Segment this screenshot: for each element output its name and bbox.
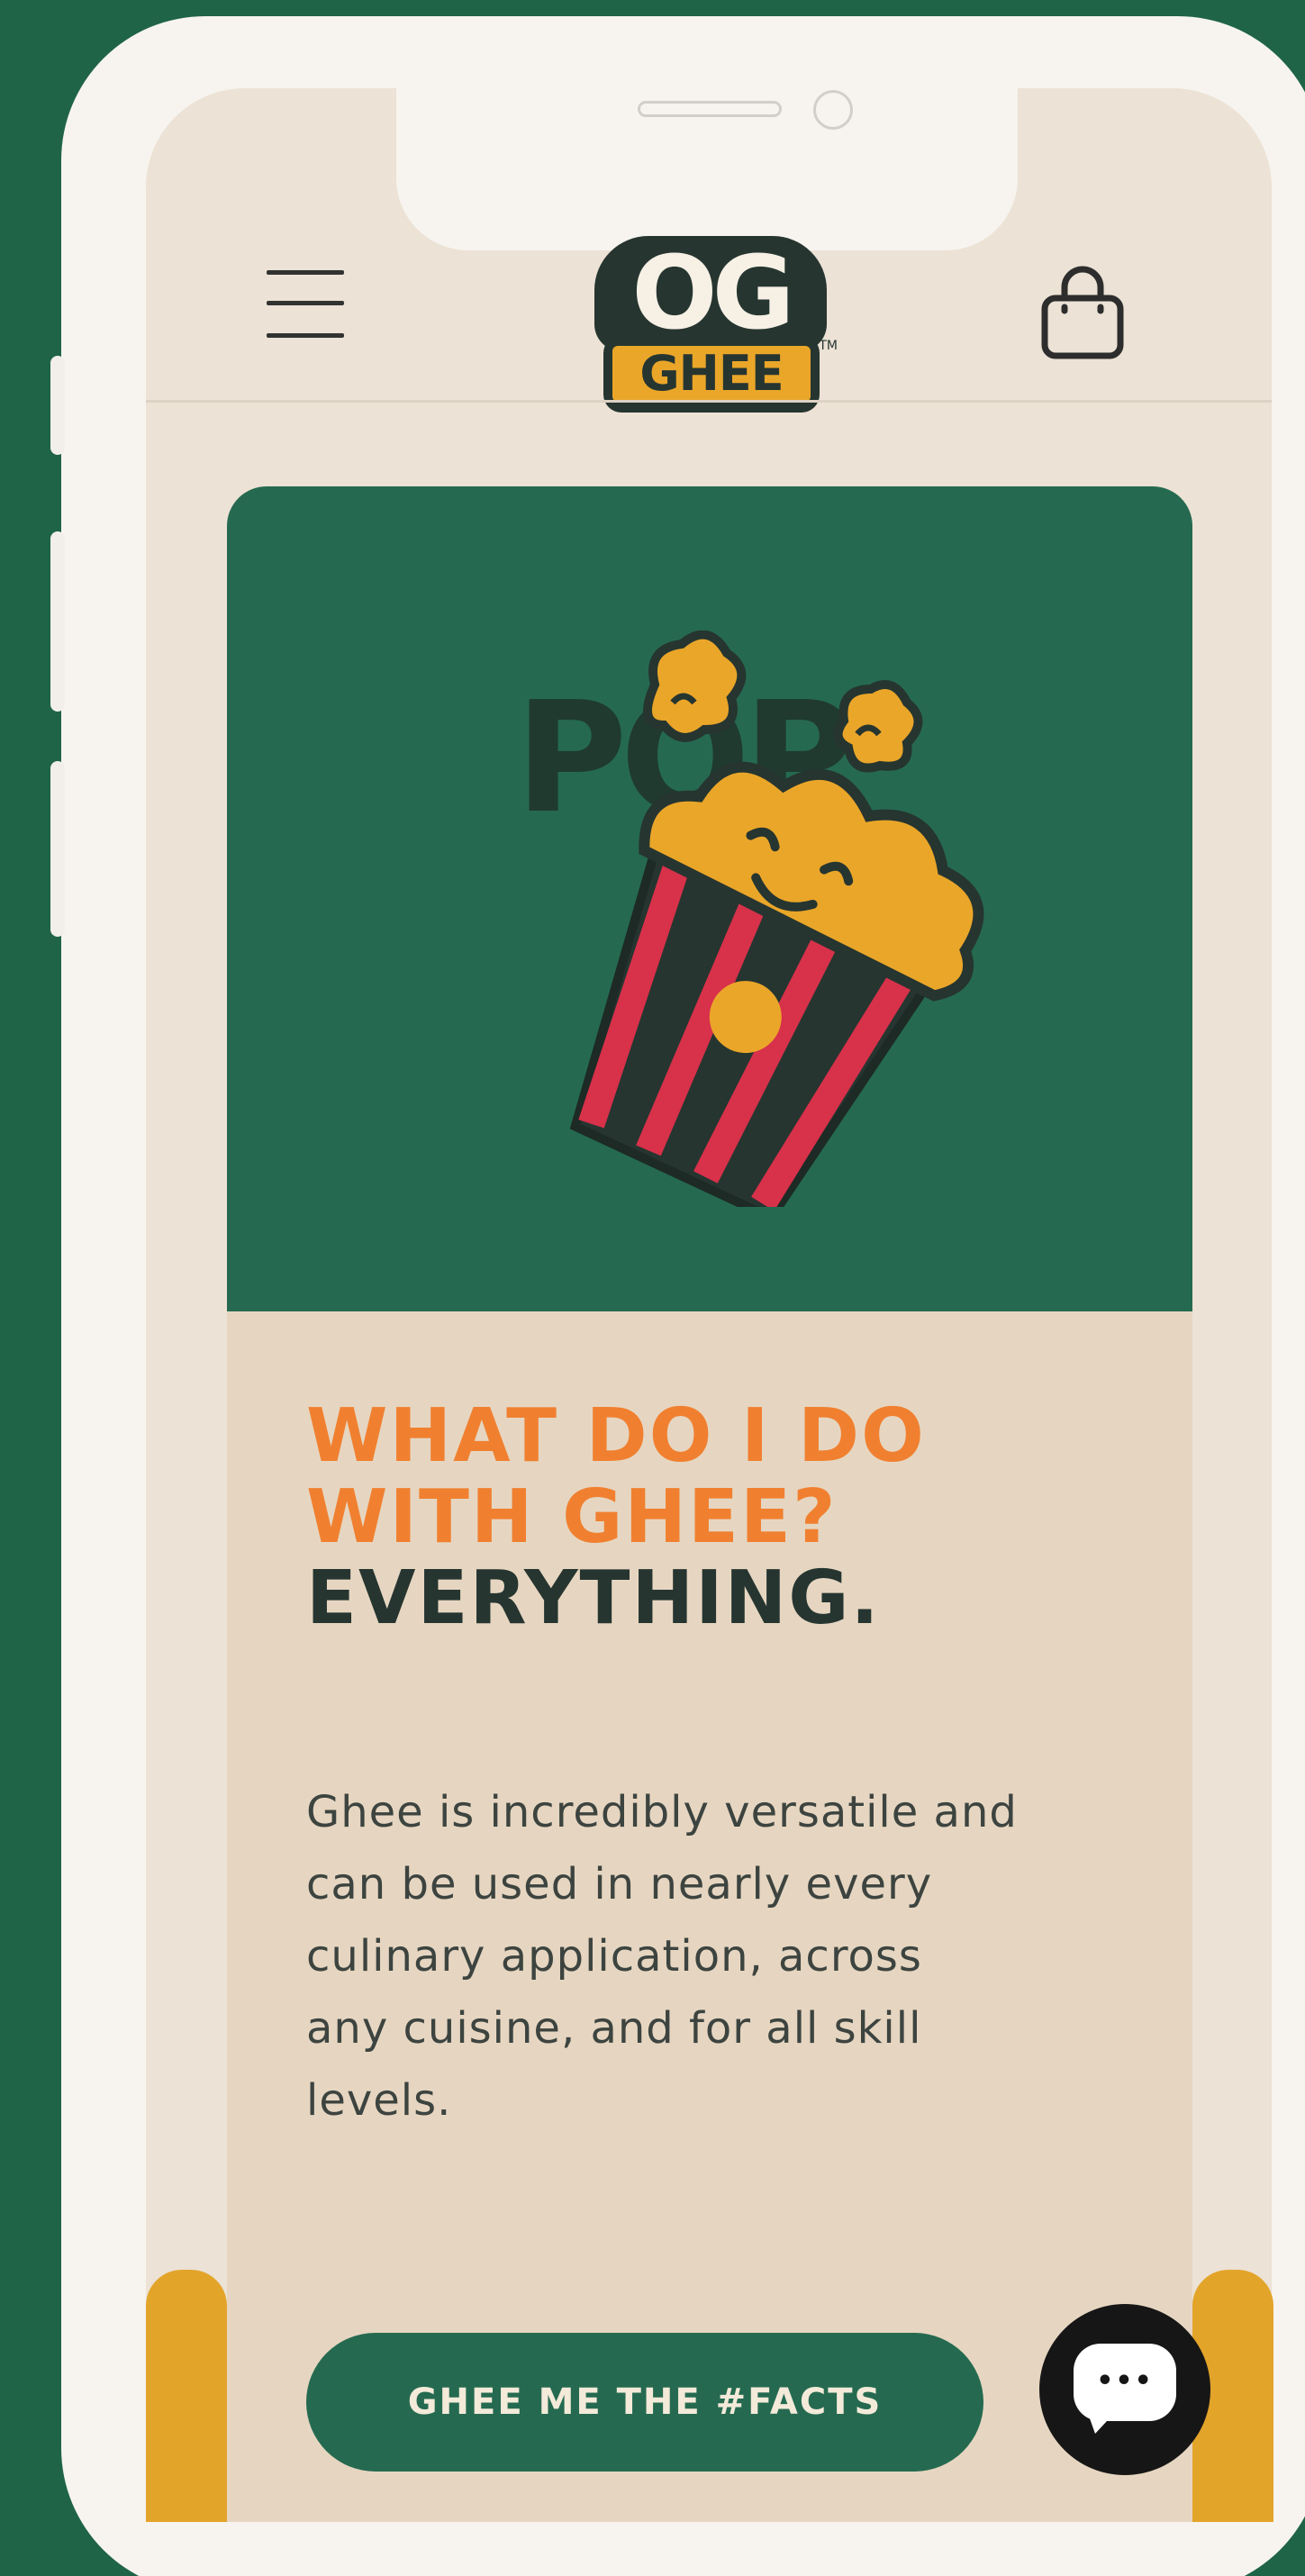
phone-side-button — [50, 761, 65, 937]
body-line: any cuisine, and for all skill — [306, 2003, 922, 2054]
menu-icon[interactable] — [267, 268, 344, 340]
facts-cta-button[interactable]: GHEE ME THE #FACTS — [306, 2333, 983, 2472]
og-ghee-logo[interactable]: OG GHEE TM — [594, 236, 838, 416]
headline: WHAT DO I DO WITH GHEE? EVERYTHING. — [306, 1396, 1171, 1639]
chat-bubble-tail — [1086, 2408, 1119, 2434]
body-line: can be used in nearly every — [306, 1859, 933, 1909]
hero-panel: POP — [227, 486, 1192, 1311]
logo-ghee-text: GHEE — [612, 346, 811, 402]
body-line: levels. — [306, 2075, 452, 2126]
chat-dots: ••• — [1096, 2365, 1154, 2397]
phone-side-button — [50, 356, 65, 455]
headline-line-3: EVERYTHING. — [306, 1556, 881, 1641]
headline-line-2: WITH GHEE? — [306, 1474, 838, 1560]
popcorn-illustration: POP — [515, 630, 984, 1207]
decorative-yellow-tab-left — [146, 2270, 227, 2522]
header-divider — [146, 400, 1272, 403]
shopping-bag-icon[interactable] — [1038, 266, 1128, 365]
body-paragraph: Ghee is incredibly versatile and can be … — [306, 1776, 1117, 2136]
headline-line-1: WHAT DO I DO — [306, 1393, 926, 1479]
body-line: culinary application, across — [306, 1931, 922, 1982]
logo-og-text: OG — [594, 236, 827, 351]
phone-speaker — [638, 101, 782, 117]
body-line: Ghee is incredibly versatile and — [306, 1787, 1018, 1837]
phone-side-button — [50, 531, 65, 712]
chat-widget-button[interactable]: ••• — [1039, 2304, 1210, 2475]
phone-camera — [813, 90, 853, 130]
logo-trademark: TM — [819, 339, 838, 353]
